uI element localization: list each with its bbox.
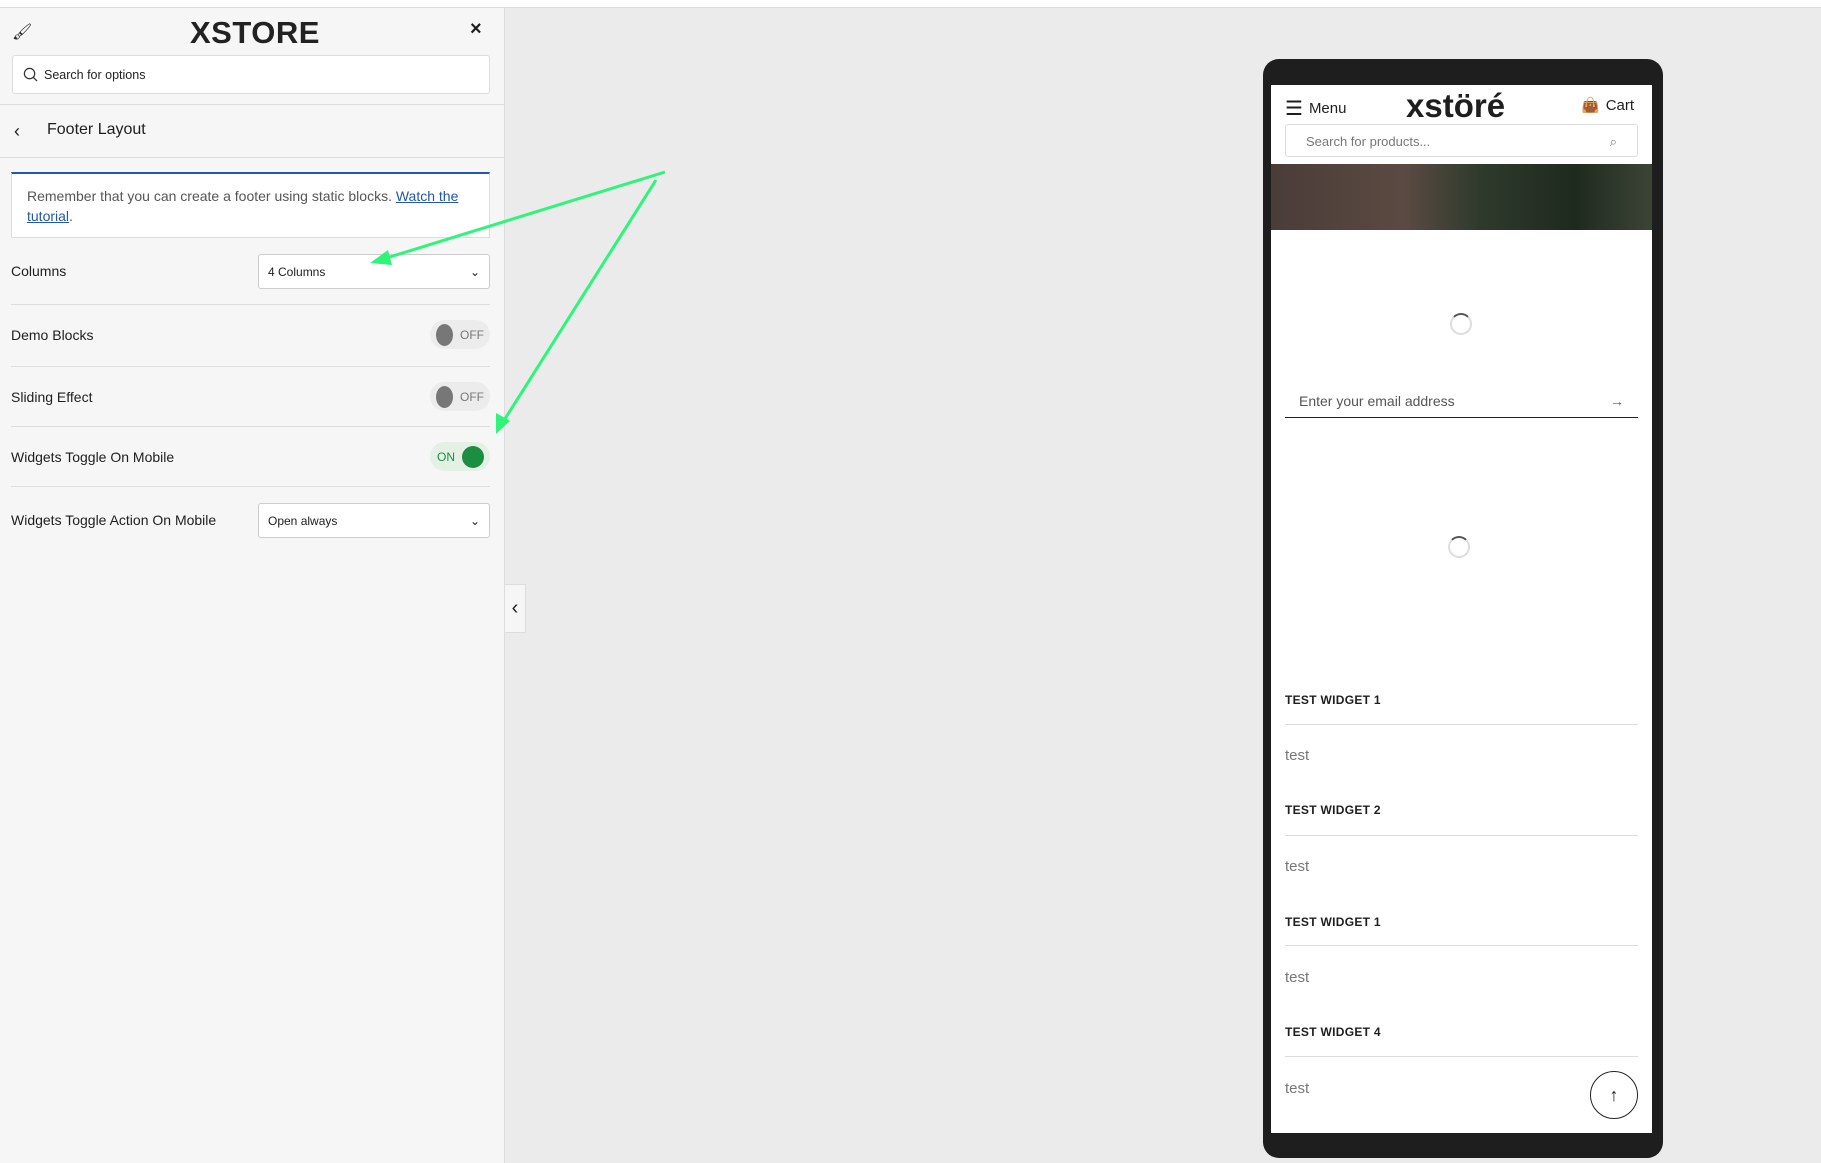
divider bbox=[1285, 835, 1638, 836]
arrow-up-icon: ↑ bbox=[1609, 1084, 1619, 1105]
widget-text: test bbox=[1285, 1080, 1310, 1097]
loading-spinner bbox=[1450, 313, 1472, 335]
search-placeholder: Search for products... bbox=[1306, 134, 1431, 149]
widget-title[interactable]: TEST WIDGET 1 bbox=[1285, 915, 1381, 929]
menu-label: Menu bbox=[1308, 100, 1347, 117]
divider bbox=[1285, 724, 1638, 725]
divider bbox=[1285, 945, 1638, 946]
email-placeholder: Enter your email address bbox=[1299, 393, 1455, 409]
cart-button[interactable]: 👜 Cart bbox=[1581, 96, 1635, 115]
arrow-to-columns bbox=[379, 170, 666, 262]
divider bbox=[1285, 1056, 1638, 1057]
banner-image bbox=[1271, 164, 1652, 230]
mobile-preview-screen: ☰ Menu xstöré 👜 Cart Search for products..… bbox=[1271, 85, 1652, 1133]
widget-title[interactable]: TEST WIDGET 2 bbox=[1285, 803, 1381, 817]
back-to-top-button[interactable]: ↑ bbox=[1590, 1071, 1638, 1119]
product-search-input[interactable]: Search for products... ⌕ bbox=[1285, 124, 1638, 157]
arrowhead bbox=[370, 250, 392, 265]
store-logo[interactable]: xstöré bbox=[1406, 87, 1505, 125]
widget-title[interactable]: TEST WIDGET 1 bbox=[1285, 693, 1381, 707]
hamburger-icon: ☰ bbox=[1285, 98, 1303, 120]
widget-text: test bbox=[1285, 747, 1310, 764]
widget-text: test bbox=[1285, 969, 1310, 986]
arrow-right-icon[interactable]: → bbox=[1610, 393, 1624, 409]
search-icon: ⌕ bbox=[1609, 134, 1617, 149]
cart-label: Cart bbox=[1605, 96, 1635, 114]
menu-button[interactable]: ☰ Menu bbox=[1285, 96, 1346, 121]
shopping-bag-icon: 👜 bbox=[1581, 97, 1600, 114]
widget-title[interactable]: TEST WIDGET 4 bbox=[1285, 1025, 1381, 1039]
loading-spinner bbox=[1448, 536, 1470, 558]
newsletter-email-input[interactable]: Enter your email address → bbox=[1285, 385, 1638, 418]
widget-text: test bbox=[1285, 858, 1310, 875]
